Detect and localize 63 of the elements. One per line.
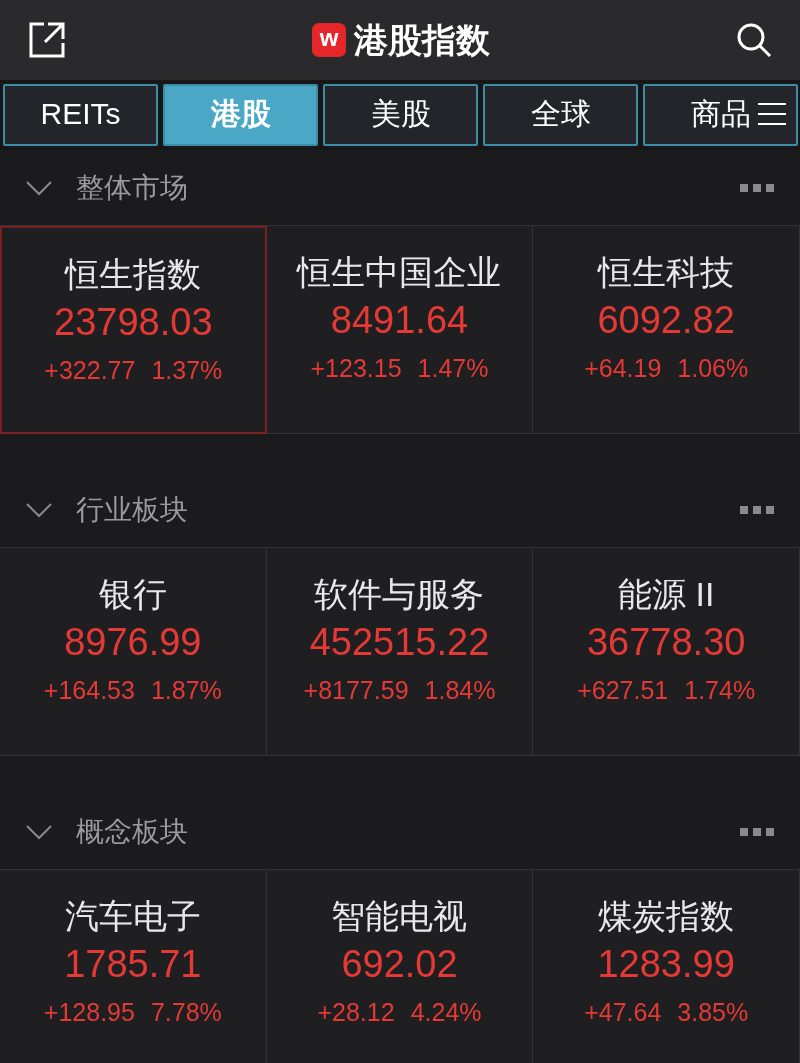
section-title: 概念板块 <box>76 814 189 849</box>
page-title: 港股指数 <box>354 19 490 61</box>
more-icon[interactable] <box>740 183 774 192</box>
share-icon[interactable] <box>28 21 66 59</box>
index-card[interactable]: 银行 8976.99 +164.53 1.87% <box>0 548 267 756</box>
index-name: 软件与服务 <box>313 574 486 615</box>
index-card[interactable]: 恒生科技 6092.82 +64.19 1.06% <box>533 226 800 434</box>
index-name: 智能电视 <box>330 896 469 937</box>
change-percent: 1.47% <box>417 353 489 384</box>
chevron-icon[interactable] <box>26 823 52 840</box>
index-name: 恒生科技 <box>596 252 736 293</box>
index-value: 1785.71 <box>63 942 203 987</box>
index-name: 银行 <box>97 574 168 615</box>
index-value: 8976.99 <box>63 620 203 665</box>
tab[interactable]: 商品 <box>643 84 798 146</box>
change-percent: 1.87% <box>150 675 222 706</box>
section-title: 整体市场 <box>76 170 189 205</box>
index-card[interactable]: 恒生指数 23798.03 +322.77 1.37% <box>0 226 267 434</box>
section-title: 行业板块 <box>76 492 189 527</box>
chevron-icon[interactable] <box>26 501 52 518</box>
change-value: +8177.59 <box>303 675 409 706</box>
change-percent: 1.74% <box>684 675 756 706</box>
index-value: 36778.30 <box>585 620 747 665</box>
tab[interactable]: 美股 <box>323 84 478 146</box>
change-percent: 3.85% <box>677 997 749 1028</box>
index-card[interactable]: 能源 II 36778.30 +627.51 1.74% <box>533 548 800 756</box>
change-percent: 1.84% <box>424 675 496 706</box>
index-name: 煤炭指数 <box>597 896 736 937</box>
change-value: +627.51 <box>577 675 669 706</box>
index-name: 恒生指数 <box>63 254 203 295</box>
index-card[interactable]: 汽车电子 1785.71 +128.95 7.78% <box>0 870 267 1063</box>
more-icon[interactable] <box>740 827 774 836</box>
index-name: 汽车电子 <box>63 896 202 937</box>
change-value: +322.77 <box>44 355 136 386</box>
index-value: 692.02 <box>340 942 459 987</box>
change-percent: 1.37% <box>151 355 223 386</box>
change-value: +47.64 <box>584 997 662 1028</box>
change-value: +128.95 <box>43 997 135 1028</box>
index-card[interactable]: 煤炭指数 1283.99 +47.64 3.85% <box>533 870 800 1063</box>
index-value: 1283.99 <box>596 942 736 987</box>
index-value: 452515.22 <box>308 620 491 665</box>
more-icon[interactable] <box>740 505 774 514</box>
change-value: +123.15 <box>310 353 402 384</box>
tab[interactable]: 全球 <box>483 84 638 146</box>
change-value: +28.12 <box>317 997 395 1028</box>
index-value: 6092.82 <box>596 298 736 343</box>
index-value: 8491.64 <box>329 298 470 343</box>
index-card[interactable]: 智能电视 692.02 +28.12 4.24% <box>266 870 534 1063</box>
change-percent: 7.78% <box>150 997 222 1028</box>
logo-icon: w <box>312 23 346 57</box>
change-percent: 4.24% <box>410 997 482 1028</box>
change-value: +164.53 <box>43 675 135 706</box>
search-icon[interactable] <box>736 22 772 58</box>
tab[interactable]: REITs <box>3 84 158 146</box>
index-name: 能源 II <box>617 574 716 615</box>
change-percent: 1.06% <box>677 353 749 384</box>
index-card[interactable]: 恒生中国企业 8491.64 +123.15 1.47% <box>266 226 534 434</box>
index-card[interactable]: 软件与服务 452515.22 +8177.59 1.84% <box>266 548 534 756</box>
index-name: 恒生中国企业 <box>295 252 503 293</box>
index-value: 23798.03 <box>53 300 214 345</box>
change-value: +64.19 <box>584 353 662 384</box>
chevron-icon[interactable] <box>26 179 52 196</box>
menu-icon[interactable] <box>758 102 786 126</box>
